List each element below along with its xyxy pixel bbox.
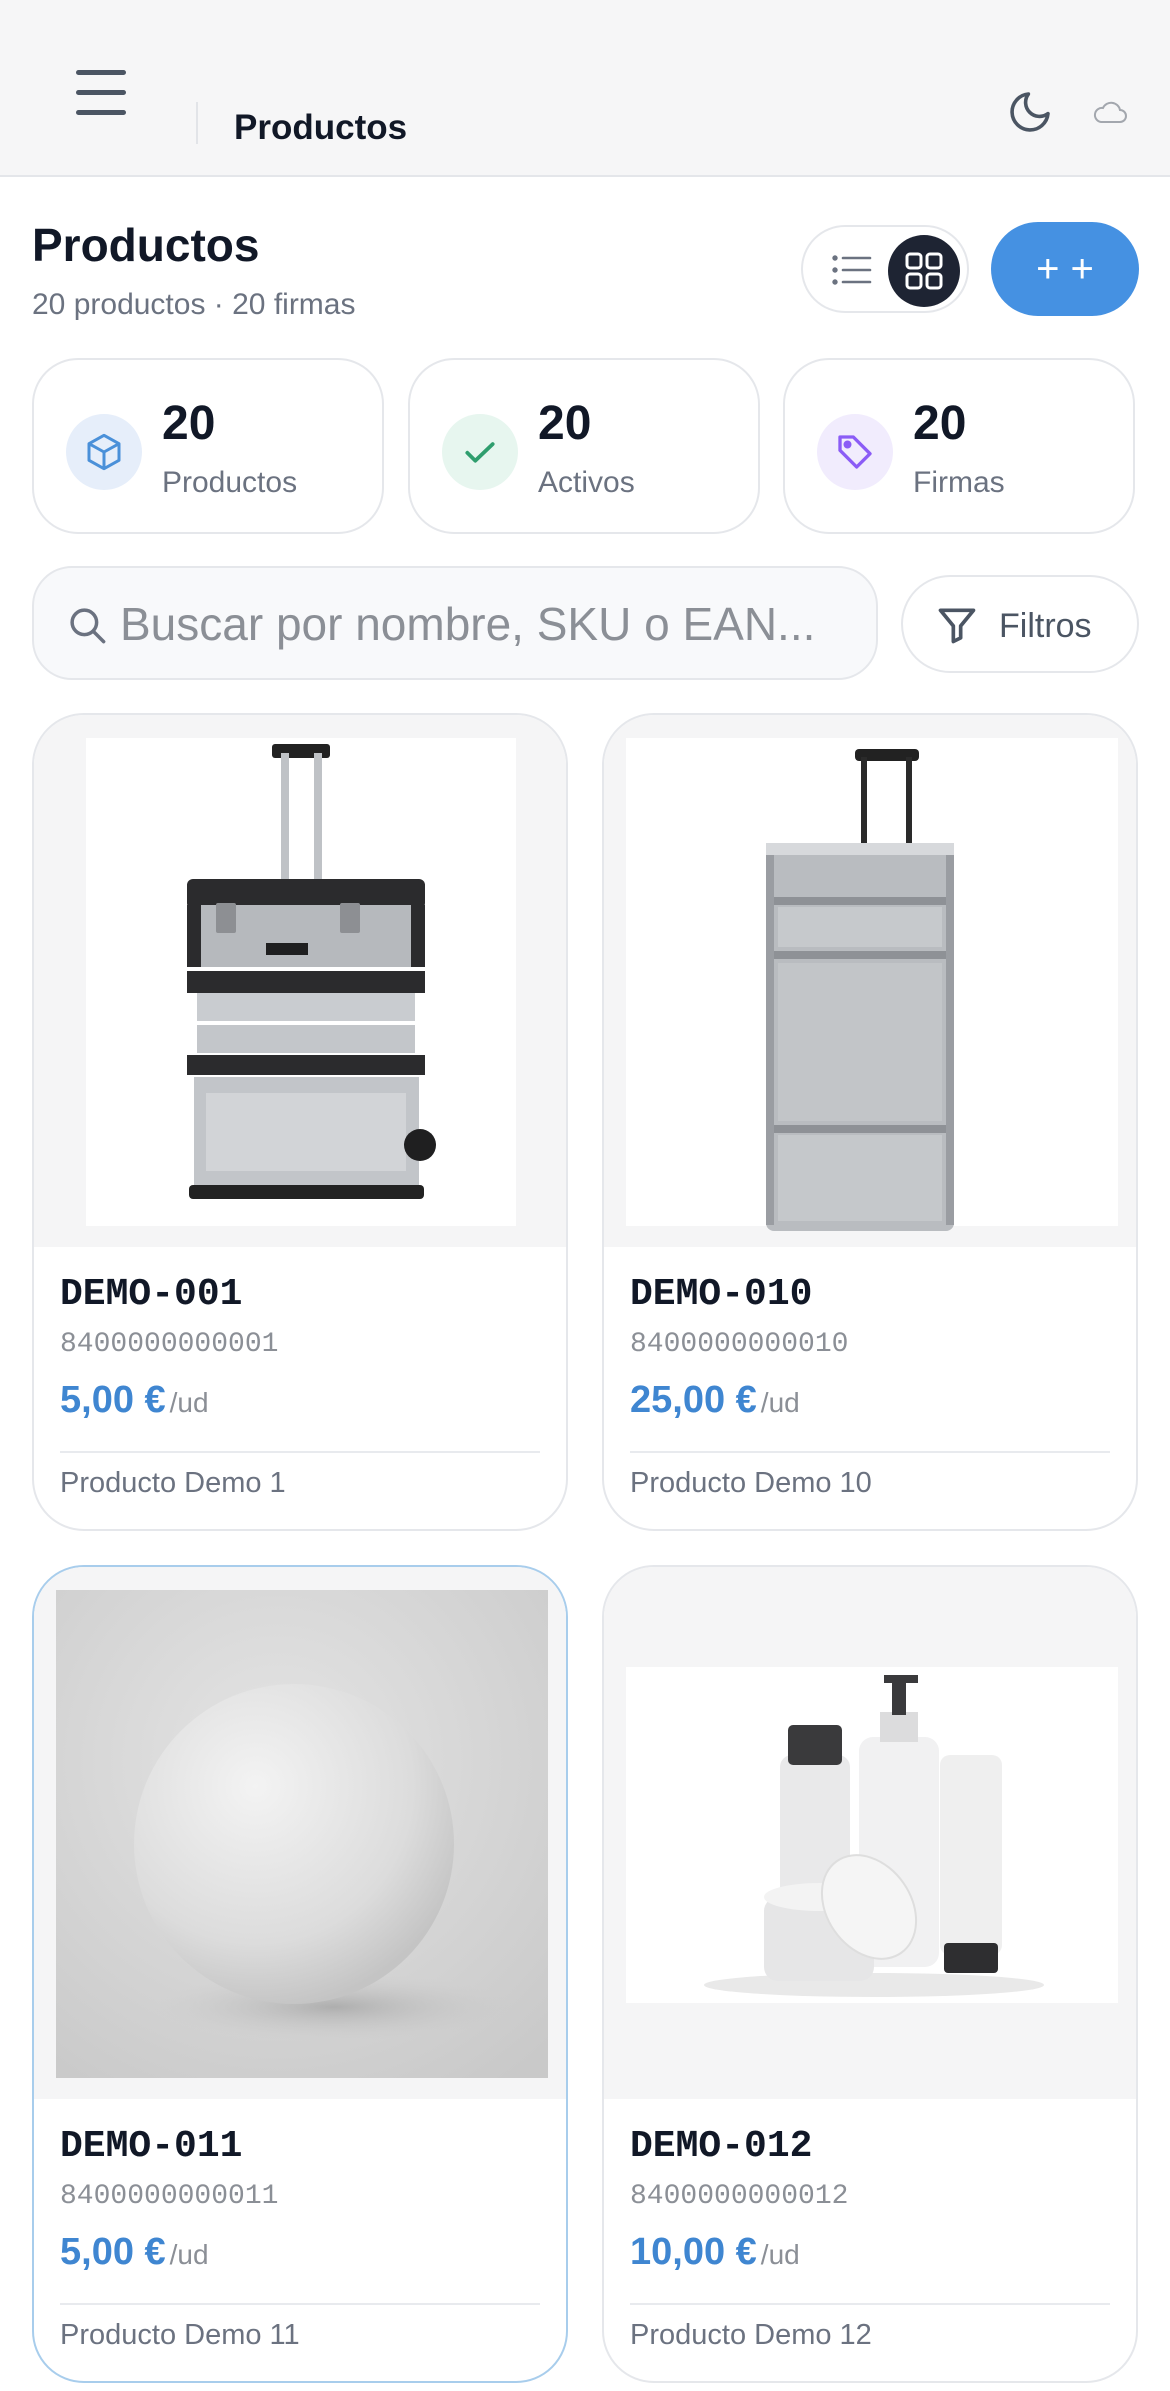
product-ean: 8400000000012 <box>630 2181 849 2212</box>
box-icon <box>66 414 142 490</box>
cosmetic-bottles-image <box>626 1667 1118 2003</box>
product-card[interactable]: DEMO-012 8400000000012 10,00 €/ud Produc… <box>602 1565 1138 2383</box>
product-name: Producto Demo 1 <box>60 1467 286 1499</box>
search-input[interactable] <box>120 588 860 660</box>
aluminum-case-image <box>626 738 1118 1231</box>
add-button-label: + + <box>1036 246 1094 291</box>
price-unit: /ud <box>169 1387 209 1418</box>
grid-icon <box>905 252 943 290</box>
list-view-button[interactable] <box>827 245 877 295</box>
price-value: 5,00 € <box>60 1379 166 1421</box>
price-value: 25,00 € <box>630 1379 757 1421</box>
product-image <box>604 1567 1136 2099</box>
product-name: Producto Demo 12 <box>630 2319 872 2351</box>
product-ean: 8400000000001 <box>60 1329 279 1360</box>
product-card[interactable]: DEMO-011 8400000000011 5,00 €/ud Product… <box>32 1565 568 2383</box>
filter-icon <box>938 608 976 644</box>
divider <box>630 2303 1110 2305</box>
list-icon <box>832 255 872 285</box>
stat-value: 20 <box>913 397 967 450</box>
view-toggle <box>801 225 969 313</box>
divider <box>196 102 198 144</box>
product-price: 10,00 €/ud <box>630 2231 800 2274</box>
product-image <box>604 715 1136 1247</box>
price-unit: /ud <box>169 2239 209 2270</box>
search-icon <box>70 608 106 644</box>
add-product-button[interactable]: + + <box>991 222 1139 316</box>
moon-icon[interactable] <box>1006 88 1054 136</box>
product-sku: DEMO-010 <box>630 1273 813 1316</box>
stat-label: Firmas <box>913 466 1005 499</box>
price-unit: /ud <box>760 2239 800 2270</box>
page-subtitle: 20 productos · 20 firmas <box>32 288 356 321</box>
check-icon <box>442 414 518 490</box>
divider <box>60 2303 540 2305</box>
product-price: 5,00 €/ud <box>60 2231 209 2274</box>
product-sku: DEMO-011 <box>60 2125 243 2168</box>
filters-button[interactable]: Filtros <box>901 575 1139 673</box>
stat-card-productos: 20 Productos <box>32 358 384 534</box>
white-sphere-image <box>56 1590 548 2078</box>
app-bar: Productos <box>0 0 1170 177</box>
product-sku: DEMO-001 <box>60 1273 243 1316</box>
product-sku: DEMO-012 <box>630 2125 813 2168</box>
search-bar <box>32 566 878 680</box>
product-price: 5,00 €/ud <box>60 1379 209 1422</box>
stat-label: Productos <box>162 466 298 499</box>
toolbox-trolley-image <box>86 738 516 1226</box>
price-value: 10,00 € <box>630 2231 757 2273</box>
product-card[interactable]: DEMO-001 8400000000001 5,00 €/ud Product… <box>32 713 568 1531</box>
product-image <box>34 1567 566 2099</box>
grid-view-button[interactable] <box>888 235 960 307</box>
app-bar-title: Productos <box>234 108 408 147</box>
stat-card-activos: 20 Activos <box>408 358 760 534</box>
product-image <box>34 715 566 1247</box>
product-ean: 8400000000010 <box>630 1329 849 1360</box>
product-name: Producto Demo 10 <box>630 1467 872 1499</box>
price-value: 5,00 € <box>60 2231 166 2273</box>
stat-value: 20 <box>162 397 216 450</box>
divider <box>630 1451 1110 1453</box>
product-card[interactable]: DEMO-010 8400000000010 25,00 €/ud Produc… <box>602 713 1138 1531</box>
divider <box>60 1451 540 1453</box>
filters-label: Filtros <box>999 607 1092 645</box>
price-unit: /ud <box>760 1387 800 1418</box>
page-title: Productos <box>32 219 260 271</box>
tag-icon <box>817 414 893 490</box>
stat-value: 20 <box>538 397 592 450</box>
product-ean: 8400000000011 <box>60 2181 279 2212</box>
product-name: Producto Demo 11 <box>60 2319 300 2351</box>
product-price: 25,00 €/ud <box>630 1379 800 1422</box>
stat-label: Activos <box>538 466 635 499</box>
hamburger-menu-icon[interactable] <box>76 70 128 116</box>
cloud-icon[interactable] <box>1092 98 1128 126</box>
stat-card-firmas: 20 Firmas <box>783 358 1135 534</box>
